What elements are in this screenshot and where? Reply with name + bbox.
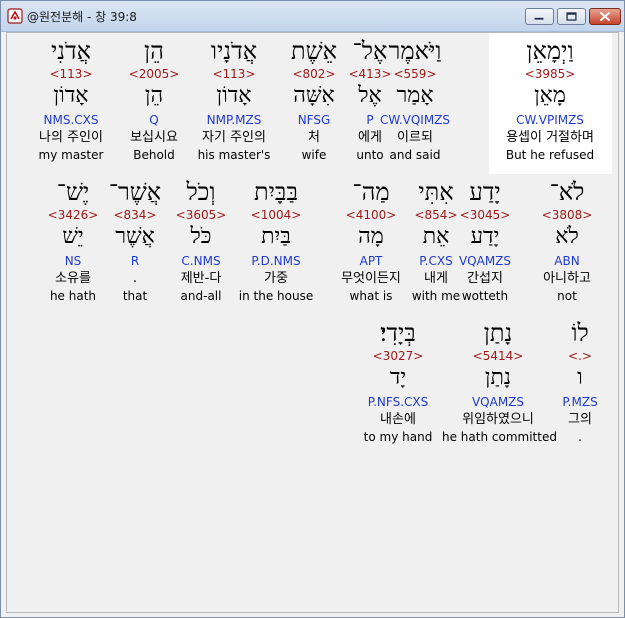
- window-title: @원전분해 - 창 39:8: [27, 10, 137, 24]
- morphology-code: P.NFS.CXS: [367, 395, 429, 409]
- morphology-code: CW.VPIMZS: [516, 113, 584, 127]
- app-window: @원전분해 - 창 39:8 וַיְמָאֵן <3985> מָאֵן CW.VP…: [0, 0, 625, 618]
- morphology-code: VQAMZS: [471, 395, 525, 409]
- hebrew-word: נָתַן: [483, 319, 513, 347]
- english-gloss: he hath: [49, 289, 97, 303]
- word-block[interactable]: וַיְמָאֵן <3985> מָאֵן CW.VPIMZS 용셉이 거절하며 But…: [494, 35, 606, 165]
- close-icon: [600, 12, 610, 21]
- interlinear-pane: וַיְמָאֵן <3985> מָאֵן CW.VPIMZS 용셉이 거절하며 But…: [6, 32, 619, 613]
- hebrew-word: יֶשׁ־: [56, 178, 90, 206]
- hebrew-word: בְּיָדִי׃: [380, 319, 416, 347]
- lemma-word: יֵשׁ: [62, 224, 84, 249]
- strong-number: <113>: [49, 67, 93, 81]
- title-bar[interactable]: @원전분해 - 창 39:8: [1, 1, 624, 32]
- english-gloss: But he refused: [505, 148, 595, 162]
- morphology-code: NS: [64, 254, 82, 268]
- strong-number: <3985>: [524, 67, 576, 81]
- hebrew-word: אֲדֹנִי: [50, 37, 92, 65]
- word-block[interactable]: בְּיָדִי׃ <3027> יָד P.NFS.CXS 내손에 to my hand: [342, 317, 454, 447]
- strong-number: <3426>: [47, 208, 99, 222]
- korean-gloss: 내손에: [380, 412, 416, 427]
- lemma-word: מָאֵן: [534, 83, 566, 108]
- close-button[interactable]: [589, 8, 621, 25]
- korean-gloss: 용셉이 거절하며: [506, 130, 594, 145]
- lemma-word: יָד: [389, 365, 407, 390]
- english-gloss: he hath committed: [442, 430, 557, 444]
- korean-gloss: 나의 주인이: [39, 130, 103, 145]
- lemma-word: נָתַן: [484, 365, 512, 390]
- hebrew-word: וַיְמָאֵן: [526, 37, 574, 65]
- strong-number: <3027>: [372, 349, 424, 363]
- word-block[interactable]: אֲדֹנִי <113> אָדוֹן NMS.CXS 나의 주인이 my master: [15, 35, 127, 165]
- minimize-icon: [534, 17, 544, 20]
- maximize-icon: [566, 12, 577, 21]
- korean-gloss: 소유를: [55, 271, 91, 286]
- lemma-word: אָדוֹן: [53, 83, 89, 108]
- english-gloss: to my hand: [363, 430, 433, 444]
- word-block[interactable]: יֶשׁ־ <3426> יֵשׁ NS 소유를 he hath: [17, 176, 129, 306]
- minimize-button[interactable]: [525, 8, 554, 25]
- maximize-button[interactable]: [557, 8, 586, 25]
- app-icon: [7, 8, 23, 24]
- english-gloss: my master: [38, 148, 104, 162]
- morphology-code: NMS.CXS: [43, 113, 99, 127]
- strong-number: <5414>: [472, 349, 524, 363]
- word-block[interactable]: נָתַן <5414> נָתַן VQAMZS 위임하였으니 he hath comm…: [442, 317, 557, 447]
- korean-gloss: 위임하였으니: [462, 412, 534, 427]
